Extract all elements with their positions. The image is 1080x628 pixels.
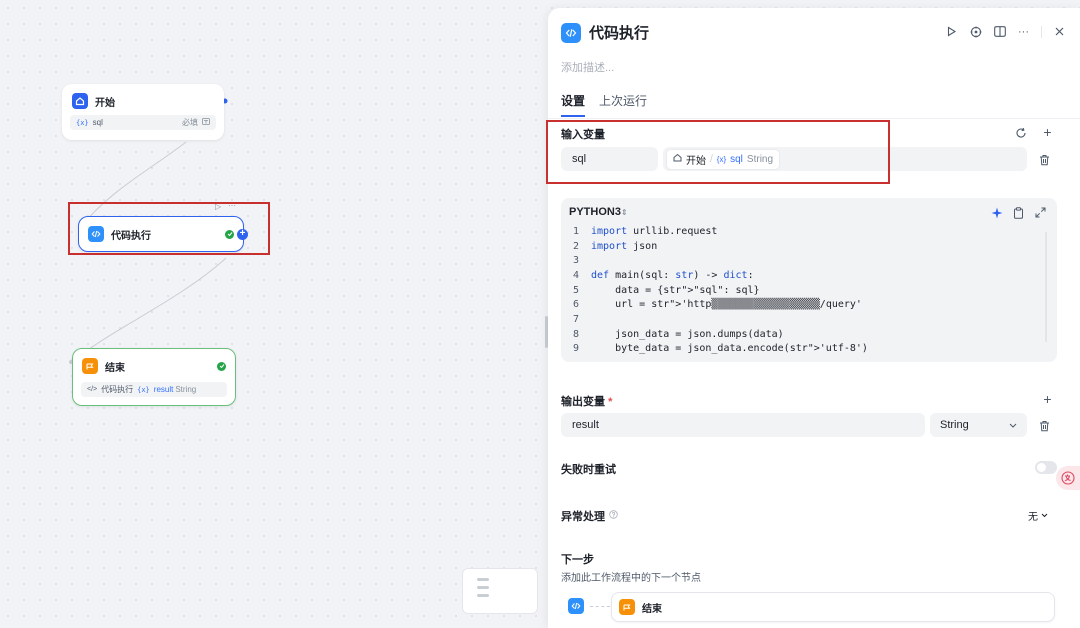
- language-selector[interactable]: PYTHON3⇕: [569, 206, 628, 218]
- translate-assistant-icon[interactable]: [1056, 466, 1080, 490]
- code-line: 1 import urllib.request: [572, 225, 718, 237]
- tabs-divider: [548, 118, 1080, 119]
- end-node-variable-row: </> 代码执行 {x} result String: [81, 382, 227, 397]
- output-type-value: String: [940, 419, 969, 431]
- end-node-ref-source: 代码执行: [101, 385, 134, 394]
- delete-output-icon[interactable]: [1038, 419, 1051, 432]
- code-line: 2 import json: [572, 240, 658, 252]
- toolbar-divider: [1041, 25, 1042, 38]
- end-node[interactable]: 结束 </> 代码执行 {x} result String: [72, 348, 236, 406]
- next-step-target: 结束: [642, 603, 662, 615]
- chevron-down-icon: [1041, 510, 1048, 521]
- more-icon[interactable]: ···: [1017, 25, 1030, 38]
- annotation-highlight-code-node: [68, 202, 270, 255]
- refresh-icon[interactable]: [1014, 126, 1027, 139]
- code-line: 5 data = {str">"sql": sql}: [572, 284, 760, 296]
- home-icon: [72, 93, 88, 109]
- output-type-select[interactable]: String: [930, 413, 1027, 437]
- copy-icon[interactable]: [1012, 206, 1025, 219]
- panel-toolbar: ···: [945, 25, 1066, 38]
- chevron-updown-icon: ⇕: [620, 208, 628, 217]
- code-icon: [568, 598, 584, 614]
- success-check-icon: [217, 361, 226, 371]
- start-node-variable-row: {x} sql 必填: [70, 115, 216, 130]
- required-label: 必填: [182, 118, 198, 127]
- add-output-variable-icon[interactable]: +: [1041, 391, 1054, 407]
- edge-code-to-end: [71, 257, 227, 363]
- code-line: 7: [572, 313, 579, 325]
- tab-settings[interactable]: 设置: [561, 92, 586, 117]
- code-line: 6 url = str">'http▒▒▒▒▒▒▒▒▒▒▒▒▒▒▒▒▒▒/que…: [572, 299, 862, 311]
- tab-last-run[interactable]: 上次运行: [599, 92, 647, 117]
- split-view-icon[interactable]: [993, 25, 1006, 38]
- end-icon: [82, 358, 98, 374]
- code-icon: [561, 22, 581, 43]
- start-node[interactable]: 开始 {x} sql 必填: [62, 84, 224, 140]
- code-lines[interactable]: 1 import urllib.request 2 import json 3 4d…: [561, 224, 1057, 356]
- retry-toggle[interactable]: [1035, 461, 1057, 474]
- code-line: 9 byte_data = json_data.encode(str">'utf…: [572, 343, 868, 355]
- exception-handling-select[interactable]: 无: [1022, 505, 1054, 525]
- code-line: 4 def main(sql: str) -> dict:: [572, 269, 754, 281]
- text-type-icon: [202, 118, 210, 127]
- output-variables-title: 输出变量 *: [561, 396, 613, 408]
- node-settings-panel: 代码执行 ··· 添加描述... 设置 上次运行 输入变量 + sql 开始 /…: [548, 8, 1080, 628]
- next-step-title: 下一步: [561, 554, 594, 566]
- end-node-title: 结束: [105, 362, 125, 374]
- end-node-ref-var: result: [153, 385, 174, 394]
- required-mark: *: [608, 396, 613, 408]
- end-node-ref-type: String: [175, 385, 197, 394]
- run-icon[interactable]: [945, 25, 958, 38]
- panel-tabs: 设置 上次运行: [561, 92, 647, 117]
- help-icon[interactable]: [609, 510, 618, 522]
- code-line: 3: [572, 255, 579, 267]
- code-editor[interactable]: PYTHON3⇕ 1 import urllib.request 2 import …: [561, 198, 1057, 362]
- chevron-down-icon: [1009, 419, 1017, 431]
- annotation-highlight-input-variables: [546, 120, 890, 184]
- output-variable-name-field[interactable]: result: [561, 413, 925, 437]
- next-step-description: 添加此工作流程中的下一个节点: [561, 573, 701, 584]
- output-variable-name: result: [572, 419, 599, 431]
- panel-title[interactable]: 代码执行: [589, 22, 649, 43]
- add-input-variable-icon[interactable]: +: [1041, 124, 1054, 140]
- variable-icon: {x}: [76, 118, 89, 127]
- exception-handling-value: 无: [1028, 511, 1038, 523]
- delete-input-icon[interactable]: [1038, 153, 1051, 166]
- target-icon[interactable]: [969, 25, 982, 38]
- ai-sparkle-icon[interactable]: [990, 206, 1003, 219]
- start-node-title: 开始: [95, 97, 115, 109]
- close-icon[interactable]: [1053, 25, 1066, 38]
- description-input[interactable]: 添加描述...: [561, 59, 614, 75]
- code-scrollbar[interactable]: [1045, 232, 1047, 342]
- minimap[interactable]: [462, 568, 538, 614]
- code-small-icon: </>: [87, 386, 98, 393]
- next-step-connector: [590, 606, 610, 607]
- variable-icon: {x}: [137, 385, 150, 394]
- next-step-end-node[interactable]: 结束: [611, 592, 1055, 622]
- code-line: 8 json_data = json.dumps(data): [572, 328, 784, 340]
- exception-handling-label: 异常处理: [561, 508, 618, 524]
- retry-on-failure-label: 失败时重试: [561, 464, 616, 476]
- end-icon: [619, 599, 635, 615]
- start-node-var-name: sql: [92, 118, 103, 127]
- expand-icon[interactable]: [1034, 206, 1047, 219]
